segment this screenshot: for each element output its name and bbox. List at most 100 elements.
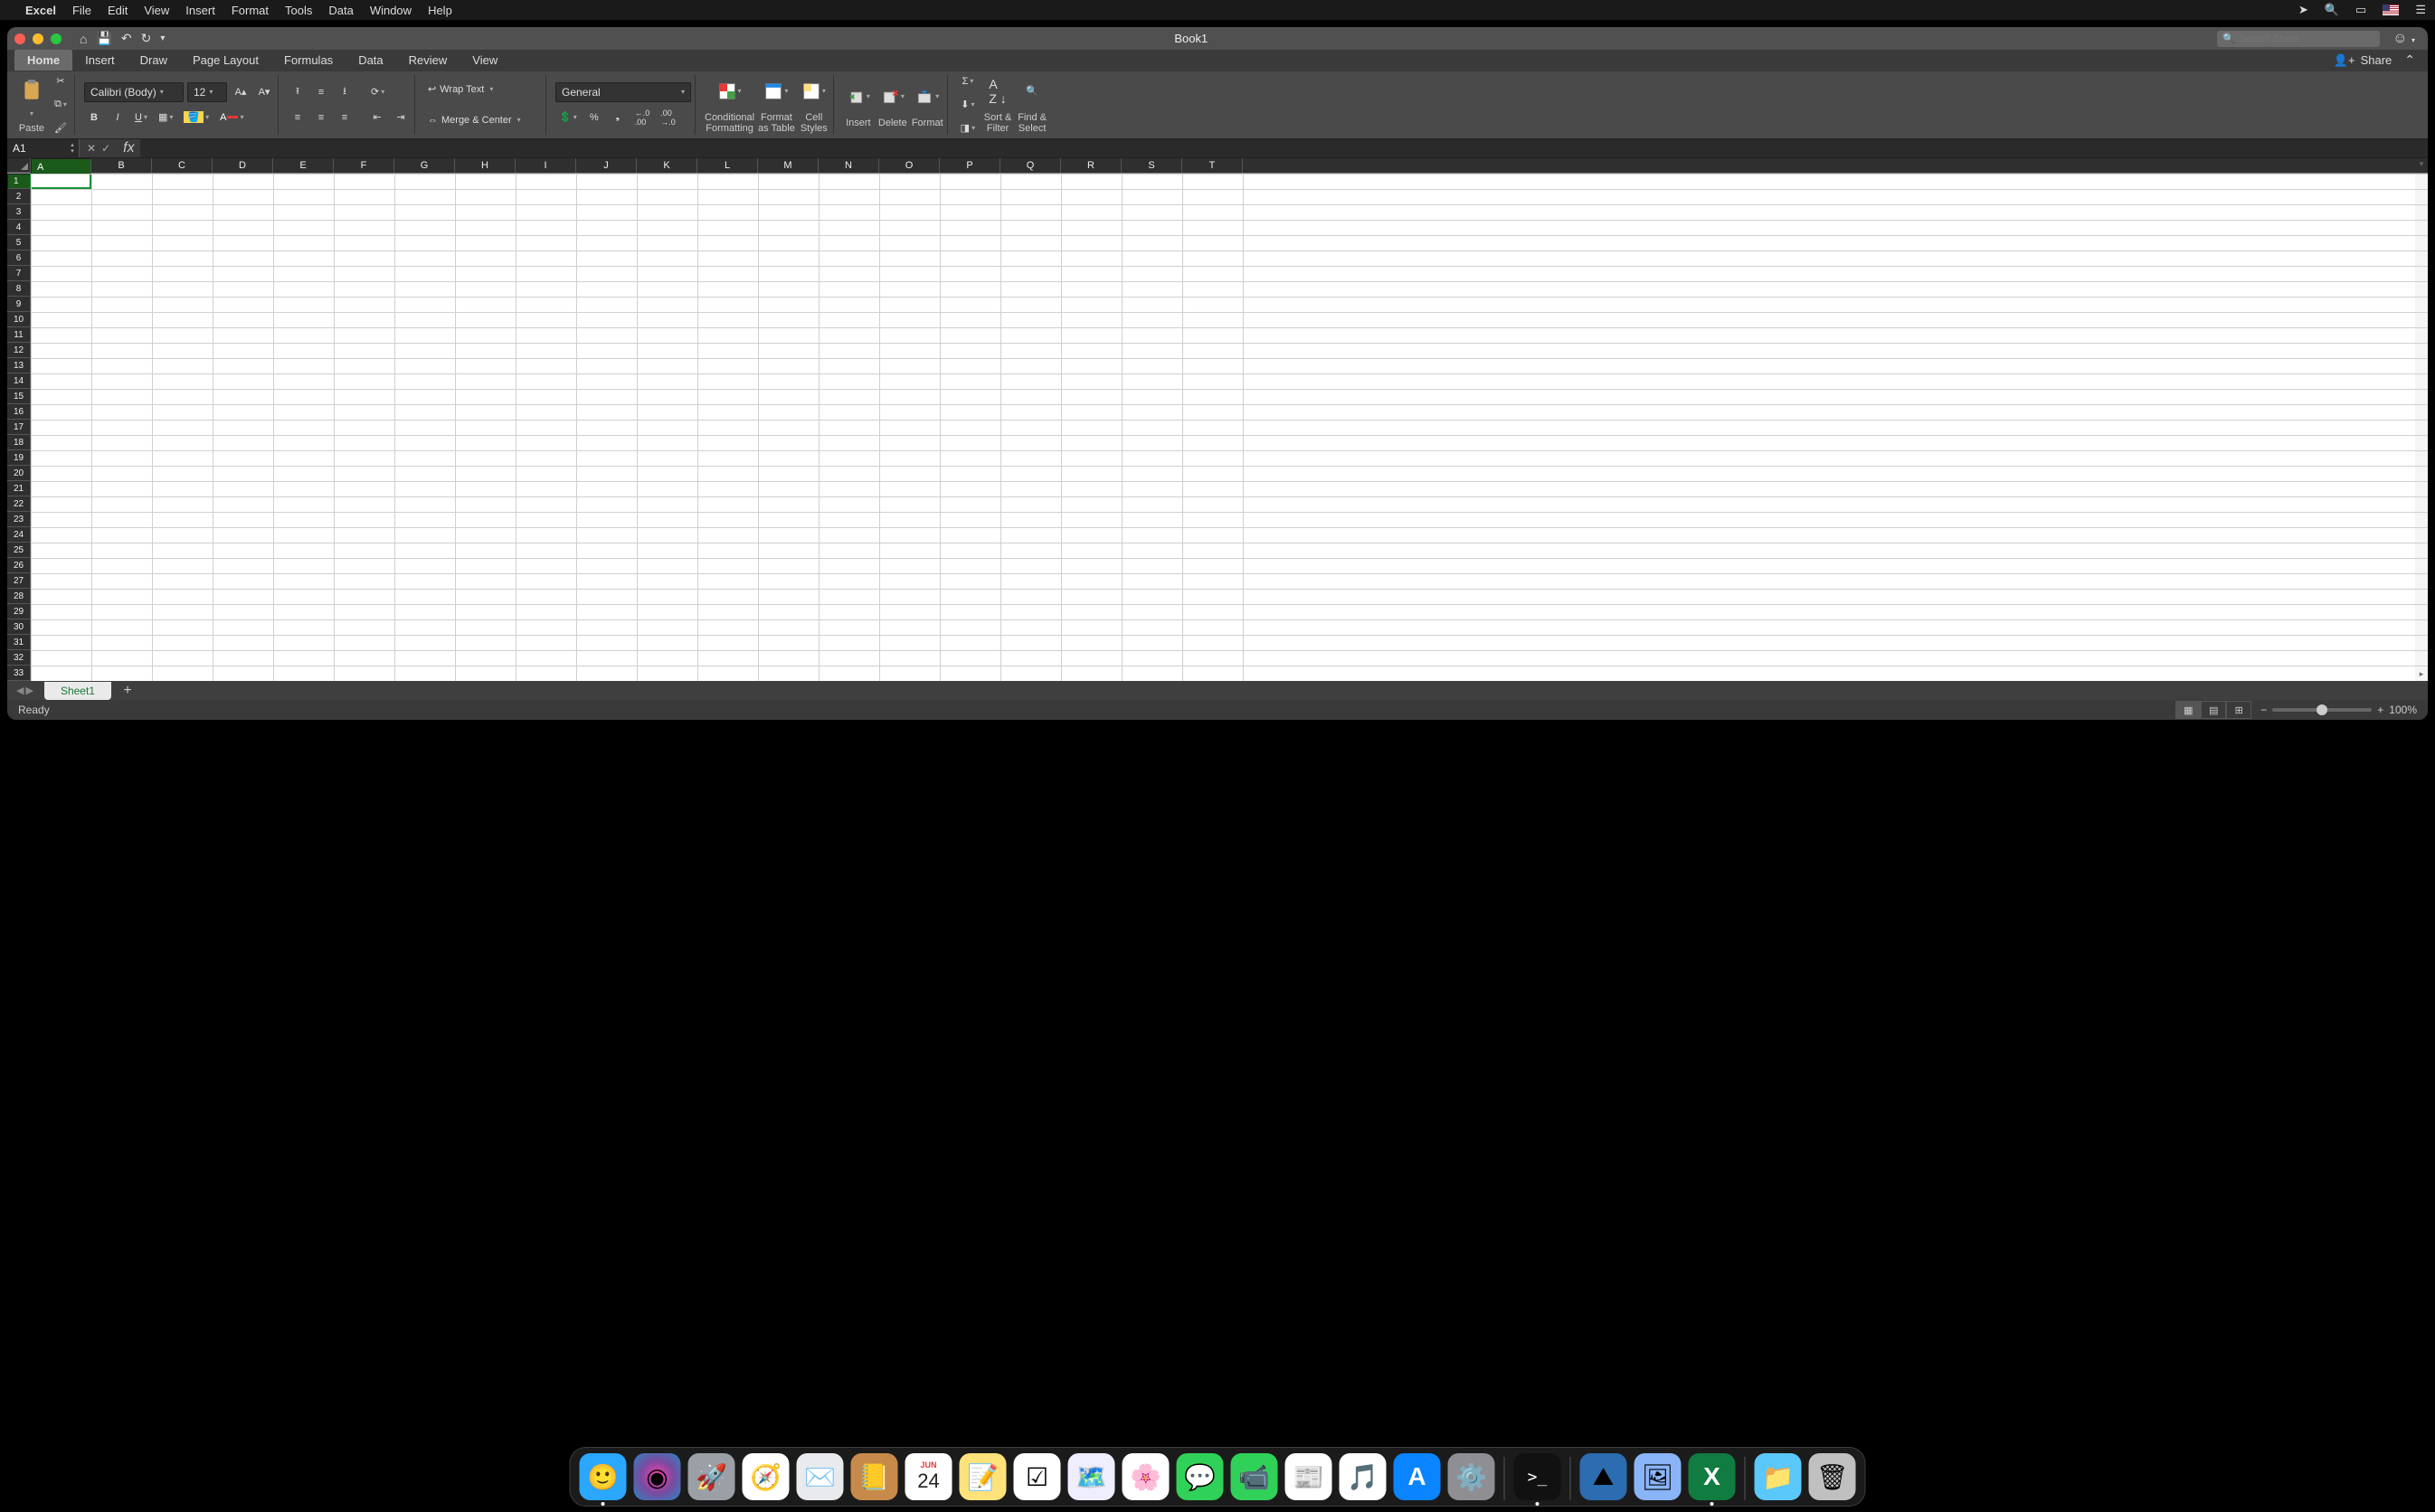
paste-dropdown[interactable]: ▾	[30, 109, 33, 118]
row-header-28[interactable]: 28	[7, 589, 31, 604]
tab-view[interactable]: View	[460, 50, 510, 71]
bold-button[interactable]: B	[84, 108, 104, 128]
dock-app-terminal[interactable]: >_	[1514, 1453, 1561, 1500]
row-header-16[interactable]: 16	[7, 404, 31, 420]
menu-insert[interactable]: Insert	[185, 4, 215, 17]
dock-app-safari[interactable]: 🧭	[743, 1453, 790, 1500]
add-sheet-button[interactable]: +	[117, 683, 138, 699]
merge-center-button[interactable]: ⇔ Merge & Center ▾	[424, 108, 542, 133]
dock-app-mail[interactable]: ✉️	[797, 1453, 844, 1500]
row-header-33[interactable]: 33	[7, 666, 31, 681]
dock-app-excel[interactable]: X	[1689, 1453, 1736, 1500]
comma-format-icon[interactable]: ❟	[608, 108, 628, 128]
fill-icon[interactable]: ⬇▾	[957, 95, 979, 115]
enter-formula-icon[interactable]: ✓	[101, 142, 110, 155]
dock-app-news[interactable]: 📰	[1285, 1453, 1332, 1500]
increase-decimal-icon[interactable]: ←.0.00	[631, 108, 654, 128]
number-format-select[interactable]: General ▾	[555, 82, 691, 102]
menu-app-name[interactable]: Excel	[25, 4, 56, 17]
column-header-K[interactable]: K	[637, 158, 697, 173]
window-minimize[interactable]	[33, 33, 43, 44]
qat-home-icon[interactable]: ⌂	[80, 32, 87, 46]
dock-app-trash[interactable]: 🗑	[1809, 1453, 1856, 1500]
control-center-icon[interactable]: ☰	[2415, 3, 2426, 17]
zoom-out-button[interactable]: −	[2260, 704, 2267, 716]
row-header-7[interactable]: 7	[7, 266, 31, 281]
feedback-icon[interactable]: ☺ ▾	[2387, 31, 2421, 47]
copy-icon[interactable]: ⧉ ▾	[51, 95, 71, 115]
zoom-in-button[interactable]: +	[2377, 704, 2383, 716]
row-header-22[interactable]: 22	[7, 496, 31, 512]
row-header-2[interactable]: 2	[7, 189, 31, 204]
row-header-18[interactable]: 18	[7, 435, 31, 450]
row-header-24[interactable]: 24	[7, 527, 31, 543]
row-header-17[interactable]: 17	[7, 420, 31, 435]
font-size-select[interactable]: 12▾	[187, 82, 227, 102]
dock-app-appstore[interactable]: A	[1394, 1453, 1441, 1500]
row-header-29[interactable]: 29	[7, 604, 31, 619]
dock-app-calendar[interactable]: JUN24	[905, 1453, 952, 1500]
dock-app-downloads[interactable]: 📁	[1755, 1453, 1802, 1500]
row-header-13[interactable]: 13	[7, 358, 31, 373]
row-header-12[interactable]: 12	[7, 343, 31, 358]
column-header-C[interactable]: C	[152, 158, 213, 173]
input-flag-us[interactable]	[2383, 5, 2399, 15]
column-header-P[interactable]: P	[940, 158, 1000, 173]
column-header-E[interactable]: E	[273, 158, 334, 173]
select-all-corner[interactable]	[7, 158, 31, 173]
menu-tools[interactable]: Tools	[285, 4, 312, 17]
column-header-O[interactable]: O	[879, 158, 940, 173]
align-top-icon[interactable]: ⭱	[288, 82, 308, 102]
row-header-10[interactable]: 10	[7, 312, 31, 327]
qat-redo-icon[interactable]: ↻	[141, 31, 152, 46]
font-name-select[interactable]: Calibri (Body)▾	[84, 82, 184, 102]
column-header-J[interactable]: J	[576, 158, 637, 173]
align-middle-icon[interactable]: ≡	[311, 82, 331, 102]
row-header-6[interactable]: 6	[7, 250, 31, 266]
row-header-26[interactable]: 26	[7, 558, 31, 573]
cell-styles-button[interactable]: ▾	[799, 76, 829, 107]
row-header-30[interactable]: 30	[7, 619, 31, 635]
tab-formulas[interactable]: Formulas	[271, 50, 346, 71]
dock-app-screenshot[interactable]: ⛰	[1580, 1453, 1627, 1500]
decrease-decimal-icon[interactable]: .00→.0	[657, 108, 679, 128]
dock-app-launchpad[interactable]: 🚀	[688, 1453, 735, 1500]
column-header-D[interactable]: D	[213, 158, 273, 173]
increase-font-icon[interactable]: A▴	[231, 82, 251, 102]
align-center-icon[interactable]: ≡	[311, 108, 331, 128]
dock-app-facetime[interactable]: 📹	[1231, 1453, 1278, 1500]
paste-button[interactable]	[16, 75, 47, 106]
column-header-Q[interactable]: Q	[1000, 158, 1061, 173]
menu-data[interactable]: Data	[328, 4, 353, 17]
view-page-break-icon[interactable]: ⊞	[2226, 701, 2251, 719]
dock-app-notes[interactable]: 📝	[960, 1453, 1007, 1500]
column-header-M[interactable]: M	[758, 158, 819, 173]
italic-button[interactable]: I	[108, 108, 128, 128]
sheet-tab-sheet1[interactable]: Sheet1	[44, 682, 111, 700]
display-icon[interactable]: ▭	[2355, 3, 2366, 17]
menu-view[interactable]: View	[144, 4, 169, 17]
orientation-icon[interactable]: ⟳▾	[367, 82, 388, 102]
row-header-21[interactable]: 21	[7, 481, 31, 496]
dock-app-maps[interactable]: 🗺️	[1068, 1453, 1115, 1500]
format-as-table-button[interactable]: ▾	[761, 76, 791, 107]
row-header-1[interactable]: 1	[7, 174, 31, 189]
sort-filter-button[interactable]: AZ ↓	[982, 76, 1013, 107]
row-header-19[interactable]: 19	[7, 450, 31, 466]
column-header-T[interactable]: T	[1182, 158, 1243, 173]
font-color-button[interactable]: A▾	[216, 108, 247, 128]
dock-app-photos[interactable]: 🌸	[1123, 1453, 1170, 1500]
underline-button[interactable]: U▾	[131, 108, 151, 128]
decrease-indent-icon[interactable]: ⇤	[367, 108, 387, 128]
decrease-font-icon[interactable]: A▾	[254, 82, 274, 102]
menu-format[interactable]: Format	[232, 4, 269, 17]
row-header-15[interactable]: 15	[7, 389, 31, 404]
cancel-formula-icon[interactable]: ✕	[87, 142, 96, 155]
cursor-icon[interactable]: ➤	[2298, 3, 2308, 17]
column-nav-dropdown[interactable]: ▾	[2415, 158, 2428, 171]
column-header-N[interactable]: N	[819, 158, 879, 173]
delete-cells-button[interactable]: ▾	[877, 81, 908, 112]
menu-window[interactable]: Window	[370, 4, 412, 17]
dock-app-reminders[interactable]: ☑︎	[1014, 1453, 1061, 1500]
clear-icon[interactable]: ◨▾	[957, 118, 979, 138]
